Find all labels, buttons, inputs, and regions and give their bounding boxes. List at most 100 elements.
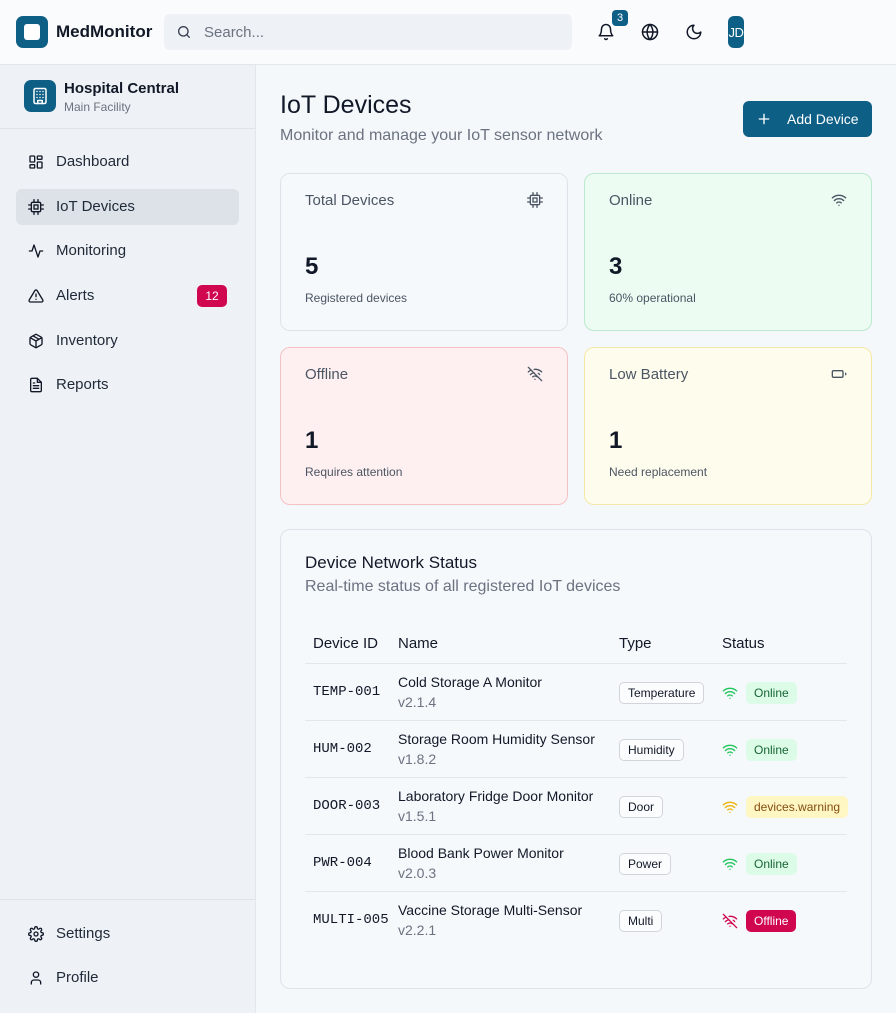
wifi-icon	[722, 742, 738, 758]
app-title[interactable]: MedMonitor	[56, 22, 152, 42]
stat-value: 1	[609, 427, 623, 454]
battery-icon	[831, 366, 847, 382]
table-title: Device Network Status	[305, 553, 477, 572]
add-device-label: Add Device	[787, 111, 859, 127]
device-type-badge: Door	[619, 796, 664, 818]
page-subtitle: Monitor and manage your IoT sensor netwo…	[280, 127, 603, 144]
stat-value: 3	[609, 253, 623, 280]
sidebar-item-label: Profile	[56, 969, 99, 986]
sidebar-item-reports[interactable]: Reports	[16, 367, 239, 403]
sidebar-item-alerts[interactable]: Alerts 12	[16, 278, 239, 314]
device-version: v1.8.2	[398, 751, 437, 767]
device-version: v2.1.4	[398, 694, 437, 710]
activity-icon	[28, 243, 44, 259]
dashboard-icon	[28, 154, 44, 170]
chip-icon	[527, 192, 543, 208]
stat-note: Need replacement	[609, 465, 708, 479]
table-row[interactable]: TEMP-001 Cold Storage A Monitor v2.1.4 T…	[305, 664, 847, 721]
search-input[interactable]	[204, 14, 564, 50]
package-icon	[28, 333, 44, 349]
sidebar-item-iot-devices[interactable]: IoT Devices	[16, 189, 239, 225]
stat-title: Offline	[305, 366, 349, 383]
hospital-icon	[24, 80, 56, 112]
wifi-icon	[831, 192, 847, 208]
device-id: DOOR-003	[313, 798, 381, 814]
device-name: Blood Bank Power Monitor	[398, 845, 564, 861]
table-row[interactable]: MULTI-005 Vaccine Storage Multi-Sensor v…	[305, 892, 847, 949]
column-header-type[interactable]: Type	[619, 635, 652, 652]
top-bar: MedMonitor 3 JD	[0, 0, 896, 65]
globe-icon	[641, 23, 659, 41]
sidebar: Hospital Central Main Facility Dashboard…	[0, 65, 256, 1013]
column-header-name[interactable]: Name	[398, 635, 438, 652]
search-icon	[176, 24, 192, 40]
status-badge: Offline	[746, 910, 797, 932]
column-header-device-id[interactable]: Device ID	[313, 635, 378, 652]
status-badge: Online	[746, 682, 797, 704]
page-title: IoT Devices	[280, 91, 412, 119]
stat-card-offline: Offline 1 Requires attention	[280, 347, 568, 505]
sidebar-item-label: Inventory	[56, 332, 118, 349]
table-row[interactable]: PWR-004 Blood Bank Power Monitor v2.0.3 …	[305, 835, 847, 892]
status-badge: Online	[746, 739, 797, 761]
stat-card-low-battery: Low Battery 1 Need replacement	[584, 347, 872, 505]
theme-toggle-button[interactable]	[678, 16, 710, 48]
chip-icon	[28, 199, 44, 215]
alert-triangle-icon	[28, 288, 44, 304]
language-button[interactable]	[634, 16, 666, 48]
organization-switcher[interactable]: Hospital Central Main Facility	[0, 65, 255, 129]
device-id: MULTI-005	[313, 912, 389, 928]
status-badge: Online	[746, 853, 797, 875]
bell-icon	[597, 23, 615, 41]
sidebar-item-profile[interactable]: Profile	[16, 960, 239, 996]
notification-count-badge: 3	[612, 10, 628, 26]
user-avatar[interactable]: JD	[728, 16, 744, 48]
gear-icon	[28, 926, 44, 942]
device-type-badge: Humidity	[619, 739, 684, 761]
sidebar-item-label: Dashboard	[56, 153, 130, 170]
sidebar-item-monitoring[interactable]: Monitoring	[16, 233, 239, 269]
add-device-button[interactable]: Add Device	[743, 101, 872, 137]
device-id: TEMP-001	[313, 684, 381, 700]
device-id: HUM-002	[313, 741, 372, 757]
wifi-off-icon	[722, 913, 738, 929]
device-version: v2.0.3	[398, 865, 437, 881]
table-row[interactable]: HUM-002 Storage Room Humidity Sensor v1.…	[305, 721, 847, 778]
device-network-status-card: Device Network Status Real-time status o…	[280, 529, 872, 989]
moon-icon	[685, 23, 703, 41]
sidebar-item-label: Monitoring	[56, 242, 127, 259]
device-name: Laboratory Fridge Door Monitor	[398, 788, 594, 804]
status-badge: devices.warning	[746, 796, 849, 818]
wifi-icon	[722, 799, 738, 815]
stat-note: Requires attention	[305, 465, 403, 479]
table-row[interactable]: DOOR-003 Laboratory Fridge Door Monitor …	[305, 778, 849, 835]
sidebar-item-dashboard[interactable]: Dashboard	[16, 144, 239, 180]
table-subtitle: Real-time status of all registered IoT d…	[305, 578, 621, 595]
wifi-off-icon	[527, 366, 543, 382]
device-type-badge: Multi	[619, 910, 663, 932]
sidebar-divider	[0, 899, 255, 900]
stat-value: 1	[305, 427, 319, 454]
device-version: v1.5.1	[398, 808, 437, 824]
app-logo[interactable]	[16, 16, 48, 48]
device-name: Cold Storage A Monitor	[398, 674, 542, 690]
org-name: Hospital Central	[64, 80, 180, 97]
search-box[interactable]	[164, 14, 572, 50]
plus-icon	[756, 111, 772, 127]
table-header: Device ID Name Type Status	[305, 626, 847, 664]
wifi-icon	[722, 856, 738, 872]
sidebar-item-label: Reports	[56, 376, 109, 393]
device-type-badge: Power	[619, 853, 672, 875]
org-subtitle: Main Facility	[64, 100, 131, 114]
column-header-status[interactable]: Status	[722, 635, 765, 652]
sidebar-item-inventory[interactable]: Inventory	[16, 323, 239, 359]
stat-title: Low Battery	[609, 366, 689, 383]
stat-title: Online	[609, 192, 653, 209]
device-id: PWR-004	[313, 855, 372, 871]
stat-card-online: Online 3 60% operational	[584, 173, 872, 331]
file-text-icon	[28, 377, 44, 393]
user-icon	[28, 970, 44, 986]
stat-card-total-devices: Total Devices 5 Registered devices	[280, 173, 568, 331]
device-name: Storage Room Humidity Sensor	[398, 731, 595, 747]
sidebar-item-settings[interactable]: Settings	[16, 916, 239, 952]
